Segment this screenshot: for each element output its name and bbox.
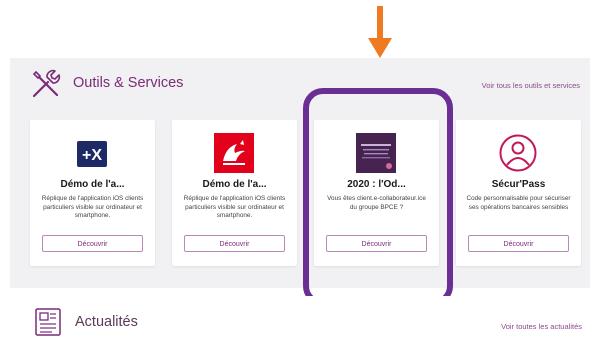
news-title: Actualités bbox=[75, 314, 138, 330]
service-card-1[interactable]: +X Démo de l'a... Réplique de l'applicat… bbox=[30, 120, 155, 266]
section-header: Outils & Services Voir tous les outils e… bbox=[10, 58, 590, 108]
newspaper-icon bbox=[35, 308, 61, 336]
card-description: Réplique de l'application iOS clients pa… bbox=[183, 195, 286, 220]
plus-x-logo-icon: +X bbox=[77, 141, 107, 167]
card-title: Démo de l'a... bbox=[60, 179, 125, 190]
discover-button[interactable]: Découvrir bbox=[42, 235, 143, 252]
card-title: Sécur'Pass bbox=[491, 179, 546, 190]
orange-arrow-icon bbox=[368, 6, 392, 58]
tools-icon bbox=[32, 69, 61, 98]
squirrel-logo-icon bbox=[214, 133, 254, 173]
tools-services-section: Outils & Services Voir tous les outils e… bbox=[10, 58, 590, 288]
top-area bbox=[0, 0, 590, 58]
see-all-tools-link[interactable]: Voir tous les outils et services bbox=[482, 81, 580, 90]
card-description: Code personnalisable pour sécuriser ses … bbox=[466, 195, 571, 211]
service-card-4[interactable]: Sécur'Pass Code personnalisable pour séc… bbox=[456, 120, 581, 266]
service-card-3[interactable]: 2020 : l'Od... Vous êtes client.e-collab… bbox=[314, 120, 439, 266]
card-description: Réplique de l'application iOS clients pa… bbox=[41, 195, 144, 220]
card-title: Démo de l'a... bbox=[202, 179, 267, 190]
card-title: 2020 : l'Od... bbox=[347, 179, 406, 190]
see-all-news-link[interactable]: Voir toutes les actualités bbox=[501, 322, 582, 331]
discover-button[interactable]: Découvrir bbox=[184, 235, 285, 252]
decouvrir-thumbnail-icon bbox=[356, 133, 396, 173]
user-circle-icon bbox=[499, 134, 537, 172]
card-description: Vous êtes client.e-collaborateur.ice du … bbox=[327, 195, 426, 211]
discover-button[interactable]: Découvrir bbox=[468, 235, 569, 252]
section-title: Outils & Services bbox=[73, 75, 184, 91]
discover-button[interactable]: Découvrir bbox=[326, 235, 427, 252]
service-card-2[interactable]: Démo de l'a... Réplique de l'application… bbox=[172, 120, 297, 266]
svg-text:+X: +X bbox=[82, 147, 102, 164]
news-section: Actualités Voir toutes les actualités bbox=[10, 296, 590, 352]
